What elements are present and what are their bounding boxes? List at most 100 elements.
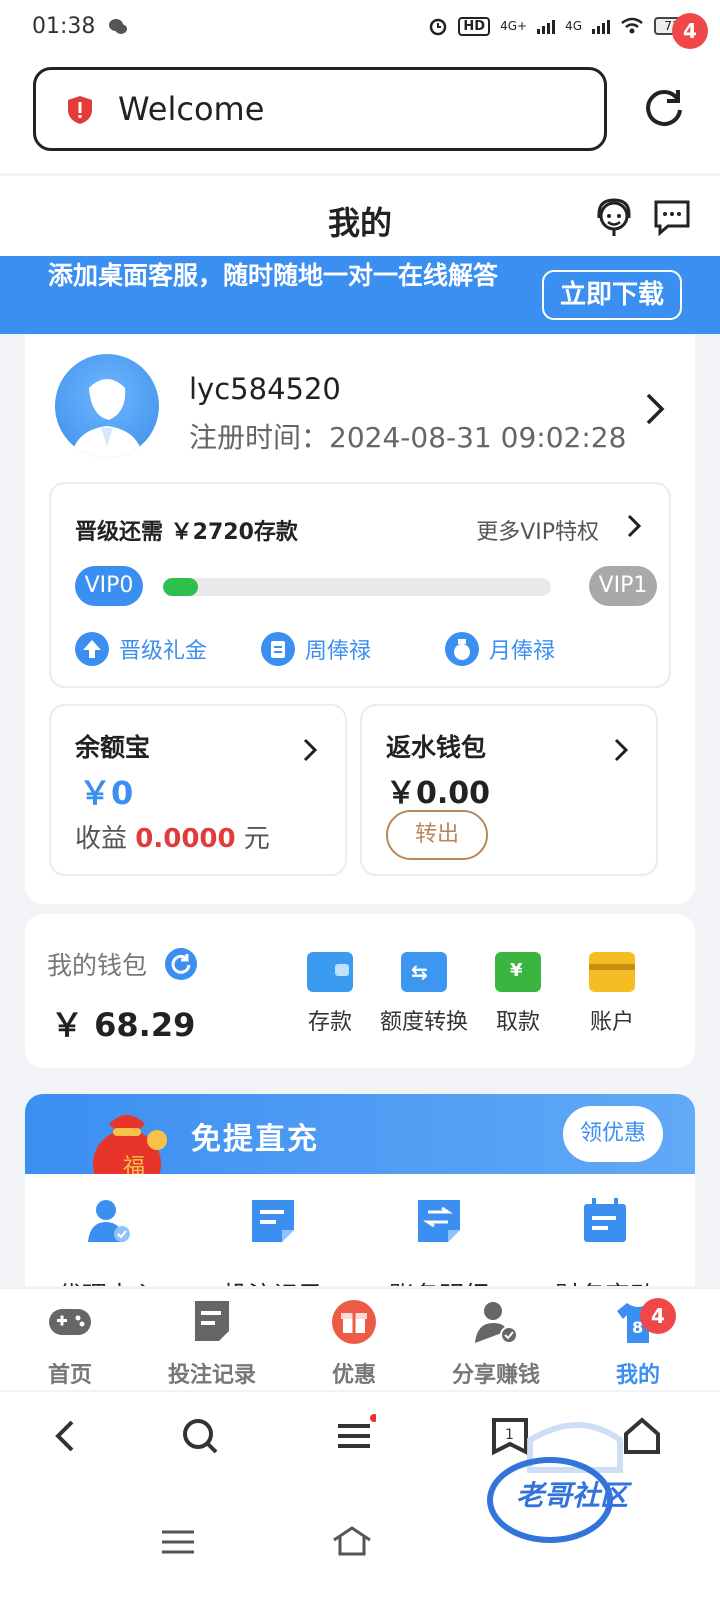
- rebate-wallet-title: 返水钱包: [386, 733, 487, 762]
- customer-service-icon[interactable]: [592, 196, 636, 240]
- menu-label: 账务明细: [359, 1276, 519, 1286]
- vip-card[interactable]: 晋级还需 ￥2720存款 更多VIP特权 VIP0 VIP1 晋级礼金 周俸禄 …: [49, 482, 671, 688]
- wallet-label: 我的钱包: [47, 951, 148, 980]
- ledger-icon: [418, 1200, 460, 1242]
- page-header: 我的 4: [0, 13, 720, 256]
- quick-menu: 代理中心 投注记录 账务明细 财务变动: [25, 1174, 695, 1286]
- wallet-balance: ￥ 68.29: [51, 1006, 196, 1044]
- perk-upgrade-bonus[interactable]: 晋级礼金: [75, 632, 207, 666]
- tab-bet-records[interactable]: 投注记录: [142, 1299, 282, 1389]
- earn-label: 收益: [75, 824, 128, 854]
- signal-icon: [537, 18, 556, 34]
- avatar[interactable]: [55, 354, 159, 458]
- profile-card: lyc584520 注册时间：2024-08-31 09:02:28 晋级还需 …: [25, 334, 695, 904]
- banner-text: 添加桌面客服，随时随地一对一在线解答: [48, 261, 499, 290]
- tab-my-badge: 4: [640, 1298, 676, 1334]
- document-icon: [252, 1200, 294, 1242]
- message-icon[interactable]: [652, 198, 692, 236]
- promo-title: 免提直充: [191, 1122, 319, 1157]
- menu-agent-center[interactable]: 代理中心: [27, 1196, 187, 1286]
- download-now-button[interactable]: 立即下载: [542, 270, 682, 320]
- security-shield-icon: [68, 96, 92, 124]
- reload-icon[interactable]: [642, 86, 686, 130]
- app-tab-bar: 首页 投注记录 优惠 分享赚钱 8 我的: [0, 1288, 720, 1390]
- registration-label: 注册时间：: [189, 421, 330, 454]
- menu-account-details[interactable]: 账务明细: [359, 1196, 519, 1286]
- tab-label: 我的: [615, 1363, 660, 1388]
- red-envelope-bag-icon: 福: [93, 1115, 167, 1174]
- address-field[interactable]: Welcome: [33, 67, 607, 151]
- card-icon: [589, 952, 635, 992]
- gift-icon: [332, 1300, 376, 1344]
- yuebao-card[interactable]: 余额宝 ￥0 收益 0.0000 元: [49, 704, 347, 876]
- yuebao-amount: ￥0: [79, 774, 134, 812]
- wallet-card: 我的钱包 ￥ 68.29 存款 ⇆ 额度转换 ¥ 取款 账户: [25, 914, 695, 1068]
- svg-text:福: 福: [123, 1155, 145, 1174]
- browser-url-bar: Welcome: [0, 58, 720, 173]
- transfer-icon: ⇆: [401, 952, 447, 992]
- menu-finance-changes[interactable]: 财务变动: [525, 1196, 685, 1286]
- transfer-out-button[interactable]: 转出: [386, 810, 488, 860]
- money-bag-icon: [445, 632, 479, 666]
- refresh-icon[interactable]: [165, 948, 197, 980]
- signal-icon-2: [592, 18, 610, 34]
- recents-icon[interactable]: [156, 1520, 200, 1564]
- clipboard-icon: [261, 632, 295, 666]
- home-nav-icon[interactable]: [330, 1520, 374, 1564]
- tab-label: 优惠: [331, 1363, 376, 1388]
- back-icon[interactable]: [44, 1414, 88, 1458]
- status-time: 01:38: [32, 14, 96, 39]
- calendar-doc-icon: [584, 1198, 626, 1242]
- more-vip-privileges-link[interactable]: 更多VIP特权: [476, 514, 599, 546]
- wallet-icon: [307, 952, 353, 992]
- url-text: Welcome: [118, 90, 265, 128]
- download-banner: 添加桌面客服，随时随地一对一在线解答 立即下载: [0, 256, 720, 334]
- chevron-right-icon[interactable]: [614, 738, 628, 762]
- perk-weekly-salary[interactable]: 周俸禄: [261, 632, 371, 666]
- vip-progress-bar: [163, 578, 551, 596]
- wifi-icon: [621, 17, 643, 34]
- tab-promotions[interactable]: 优惠: [284, 1299, 424, 1389]
- account-label: 账户: [589, 1010, 634, 1035]
- username: lyc584520: [189, 372, 341, 406]
- chevron-right-icon[interactable]: [303, 738, 317, 762]
- menu-label: 代理中心: [27, 1276, 187, 1286]
- tab-home[interactable]: 首页: [0, 1299, 140, 1389]
- chevron-right-icon[interactable]: [645, 392, 665, 426]
- withdraw-icon: ¥: [495, 952, 541, 992]
- vip-next-level: VIP1: [589, 566, 657, 606]
- tab-label: 分享赚钱: [451, 1363, 540, 1388]
- status-bar: 01:38 HD 4G+ 4G 71: [0, 0, 720, 58]
- vip-progress-fill: [163, 578, 198, 596]
- account-button[interactable]: 账户: [557, 952, 667, 1036]
- menu-bet-records[interactable]: 投注记录: [193, 1196, 353, 1286]
- promo-banner[interactable]: 福 免提直充 领优惠: [25, 1094, 695, 1174]
- gamepad-icon: [49, 1309, 91, 1335]
- perk-label: 周俸禄: [305, 639, 372, 664]
- alarm-icon: [430, 18, 447, 36]
- perk-monthly-salary[interactable]: 月俸禄: [445, 632, 555, 666]
- watermark-logo: 老哥社区: [480, 1420, 700, 1560]
- tab-label: 首页: [47, 1363, 92, 1388]
- vip-upgrade-requirement: 晋级还需 ￥2720存款: [75, 520, 298, 545]
- claim-offer-button[interactable]: 领优惠: [563, 1106, 663, 1162]
- agent-person-icon: [88, 1200, 130, 1242]
- watermark-text: 老哥社区: [516, 1479, 629, 1512]
- search-icon[interactable]: [178, 1414, 222, 1458]
- user-check-icon: [475, 1302, 518, 1344]
- yuebao-title: 余额宝: [75, 733, 151, 762]
- vip-current-level: VIP0: [75, 566, 143, 606]
- menu-label: 财务变动: [525, 1276, 685, 1286]
- tab-label: 投注记录: [167, 1363, 256, 1388]
- menu-label: 投注记录: [193, 1276, 353, 1286]
- chevron-right-icon[interactable]: [627, 514, 641, 538]
- document-icon: [195, 1301, 229, 1341]
- avatar-person-icon: [71, 379, 143, 458]
- earn-value: 0.0000: [135, 824, 236, 854]
- tab-my[interactable]: 8 我的: [568, 1299, 708, 1389]
- network-label-2: 4G: [565, 19, 582, 33]
- menu-icon[interactable]: [332, 1414, 376, 1458]
- rebate-wallet-card[interactable]: 返水钱包 ￥0.00 转出: [360, 704, 658, 876]
- arrow-up-icon: [75, 632, 109, 666]
- tab-share-earn[interactable]: 分享赚钱: [426, 1299, 566, 1389]
